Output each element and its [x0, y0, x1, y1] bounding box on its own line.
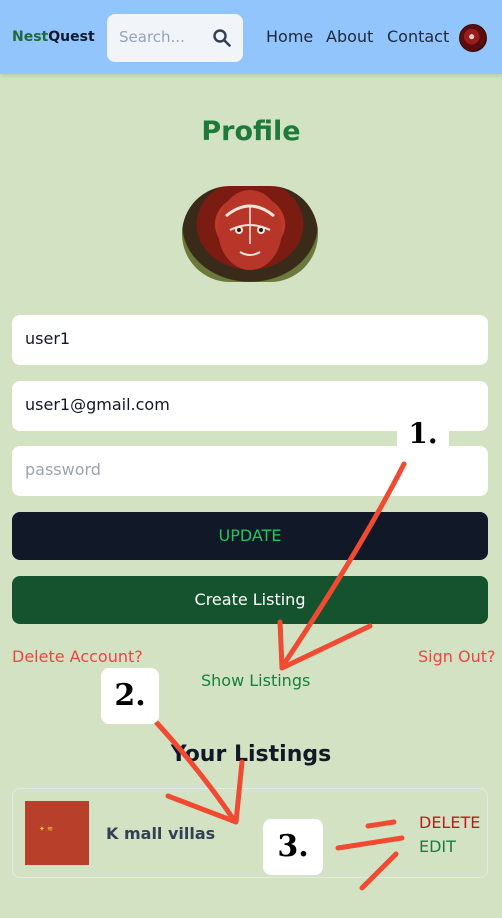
- annotation-label-2: 2.: [101, 668, 159, 724]
- annotation-arrows: [153, 461, 407, 891]
- annotation-label-1: 1.: [397, 414, 449, 454]
- annotation-label-3: 3.: [263, 819, 323, 875]
